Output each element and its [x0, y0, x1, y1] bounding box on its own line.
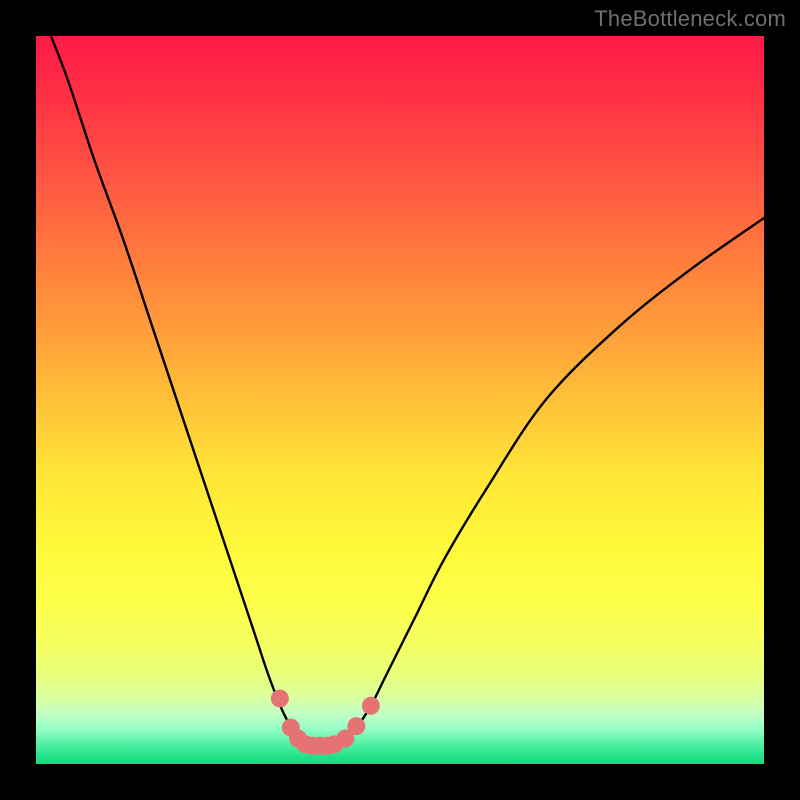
plot-area: [36, 36, 764, 764]
highlight-dots: [271, 689, 380, 754]
highlight-dot: [347, 717, 365, 735]
highlight-dot: [271, 689, 289, 707]
marker-layer: [36, 36, 764, 764]
highlight-dot: [362, 697, 380, 715]
watermark-text: TheBottleneck.com: [594, 6, 786, 32]
chart-frame: TheBottleneck.com: [0, 0, 800, 800]
